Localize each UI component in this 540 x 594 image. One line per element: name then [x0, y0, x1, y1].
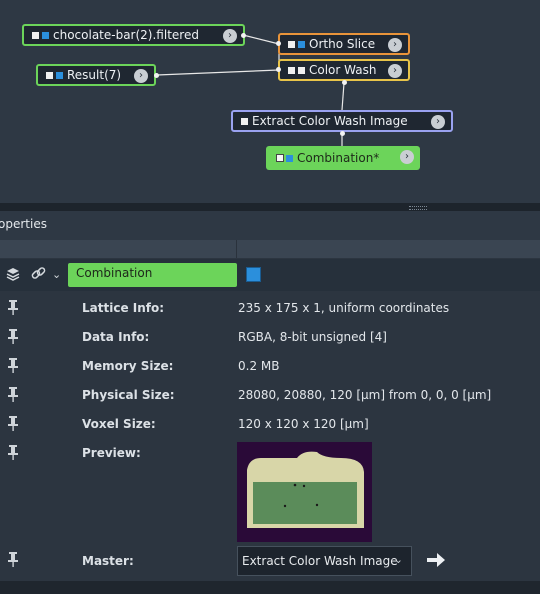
properties-list: Lattice Info: 235 x 175 x 1, uniform coo… — [0, 292, 540, 581]
node-combination[interactable]: Combination* › — [266, 146, 420, 170]
node-menu-icon[interactable]: › — [400, 150, 414, 164]
node-label: Extract Color Wash Image — [252, 114, 408, 128]
node-label: chocolate-bar(2).filtered — [53, 28, 199, 42]
properties-header — [0, 240, 540, 258]
output-port[interactable] — [342, 80, 347, 85]
data-color-icon — [286, 154, 293, 162]
object-row: ⌄ Combination — [0, 259, 540, 291]
input-port[interactable] — [276, 41, 281, 46]
data-object-icon — [42, 31, 49, 39]
object-color-swatch[interactable] — [246, 267, 261, 282]
output-port[interactable] — [241, 33, 246, 38]
module-icon — [298, 40, 305, 48]
node-label: Result(7) — [67, 68, 122, 82]
preview-label: Preview: — [82, 446, 141, 460]
properties-panel-title: operties — [0, 211, 540, 240]
link-result-colorwash — [156, 69, 280, 76]
lattice-info-label: Lattice Info: — [82, 301, 165, 315]
lattice-info-value: 235 x 175 x 1, uniform coordinates — [238, 301, 450, 315]
node-menu-icon[interactable]: › — [388, 38, 402, 52]
link-icon[interactable] — [31, 266, 46, 285]
layers-icon[interactable] — [6, 267, 20, 285]
node-label: Color Wash — [309, 63, 377, 77]
node-chocolate-bar[interactable]: chocolate-bar(2).filtered › — [22, 24, 245, 46]
pin-icon[interactable] — [6, 444, 20, 460]
data-object-icon — [56, 71, 63, 79]
node-menu-icon[interactable]: › — [388, 64, 402, 78]
memory-size-label: Memory Size: — [82, 359, 174, 373]
master-label: Master: — [82, 554, 134, 568]
master-dropdown[interactable]: Extract Color Wash Image ⌄ — [237, 546, 412, 576]
collapse-icon[interactable] — [46, 71, 53, 79]
link-colorwash-extract — [341, 82, 345, 111]
data-info-label: Data Info: — [82, 330, 150, 344]
physical-size-value: 28080, 20880, 120 [µm] from 0, 0, 0 [µm] — [238, 388, 492, 402]
pin-icon[interactable] — [6, 415, 20, 431]
pin-icon[interactable] — [6, 551, 20, 567]
pin-icon[interactable] — [6, 386, 20, 402]
node-ortho-slice[interactable]: Ortho Slice › — [278, 33, 410, 55]
preview-image — [237, 442, 372, 542]
pin-icon[interactable] — [6, 299, 20, 315]
bottom-bar — [0, 581, 540, 594]
collapse-icon[interactable] — [288, 40, 295, 48]
node-menu-icon[interactable]: › — [431, 115, 445, 129]
node-menu-icon[interactable]: › — [134, 69, 148, 83]
voxel-size-value: 120 x 120 x 120 [µm] — [238, 417, 369, 431]
output-port[interactable] — [154, 73, 159, 78]
input-port[interactable] — [276, 67, 281, 72]
module-icon — [298, 66, 305, 74]
memory-size-value: 0.2 MB — [238, 359, 280, 373]
node-color-wash[interactable]: Color Wash › — [278, 59, 410, 81]
link-chocolate-ortho — [242, 34, 280, 45]
collapse-icon[interactable] — [32, 31, 39, 39]
node-label: Ortho Slice — [309, 37, 376, 51]
pin-icon[interactable] — [6, 328, 20, 344]
data-object-icon — [276, 154, 284, 162]
node-menu-icon[interactable]: › — [223, 29, 237, 43]
voxel-size-label: Voxel Size: — [82, 417, 156, 431]
collapse-icon[interactable] — [288, 66, 295, 74]
node-result[interactable]: Result(7) › — [36, 64, 156, 86]
data-info-value: RGBA, 8-bit unsigned [4] — [238, 330, 387, 344]
chevron-down-icon[interactable]: ⌄ — [52, 268, 61, 281]
panel-title: operties — [0, 217, 47, 231]
node-extract-color-wash-image[interactable]: Extract Color Wash Image › — [231, 110, 453, 132]
physical-size-label: Physical Size: — [82, 388, 175, 402]
project-graph-view[interactable]: chocolate-bar(2).filtered › Result(7) › … — [0, 0, 540, 203]
output-port[interactable] — [340, 131, 345, 136]
chevron-down-icon: ⌄ — [393, 553, 403, 566]
collapse-icon[interactable] — [241, 117, 248, 125]
master-selected-value: Extract Color Wash Image — [242, 554, 398, 568]
panel-splitter[interactable] — [0, 203, 540, 211]
splitter-grip-icon[interactable] — [409, 206, 427, 210]
arrow-right-icon[interactable] — [426, 552, 446, 568]
pin-icon[interactable] — [6, 357, 20, 373]
object-name-field[interactable]: Combination — [68, 263, 237, 287]
node-label: Combination* — [297, 151, 380, 165]
